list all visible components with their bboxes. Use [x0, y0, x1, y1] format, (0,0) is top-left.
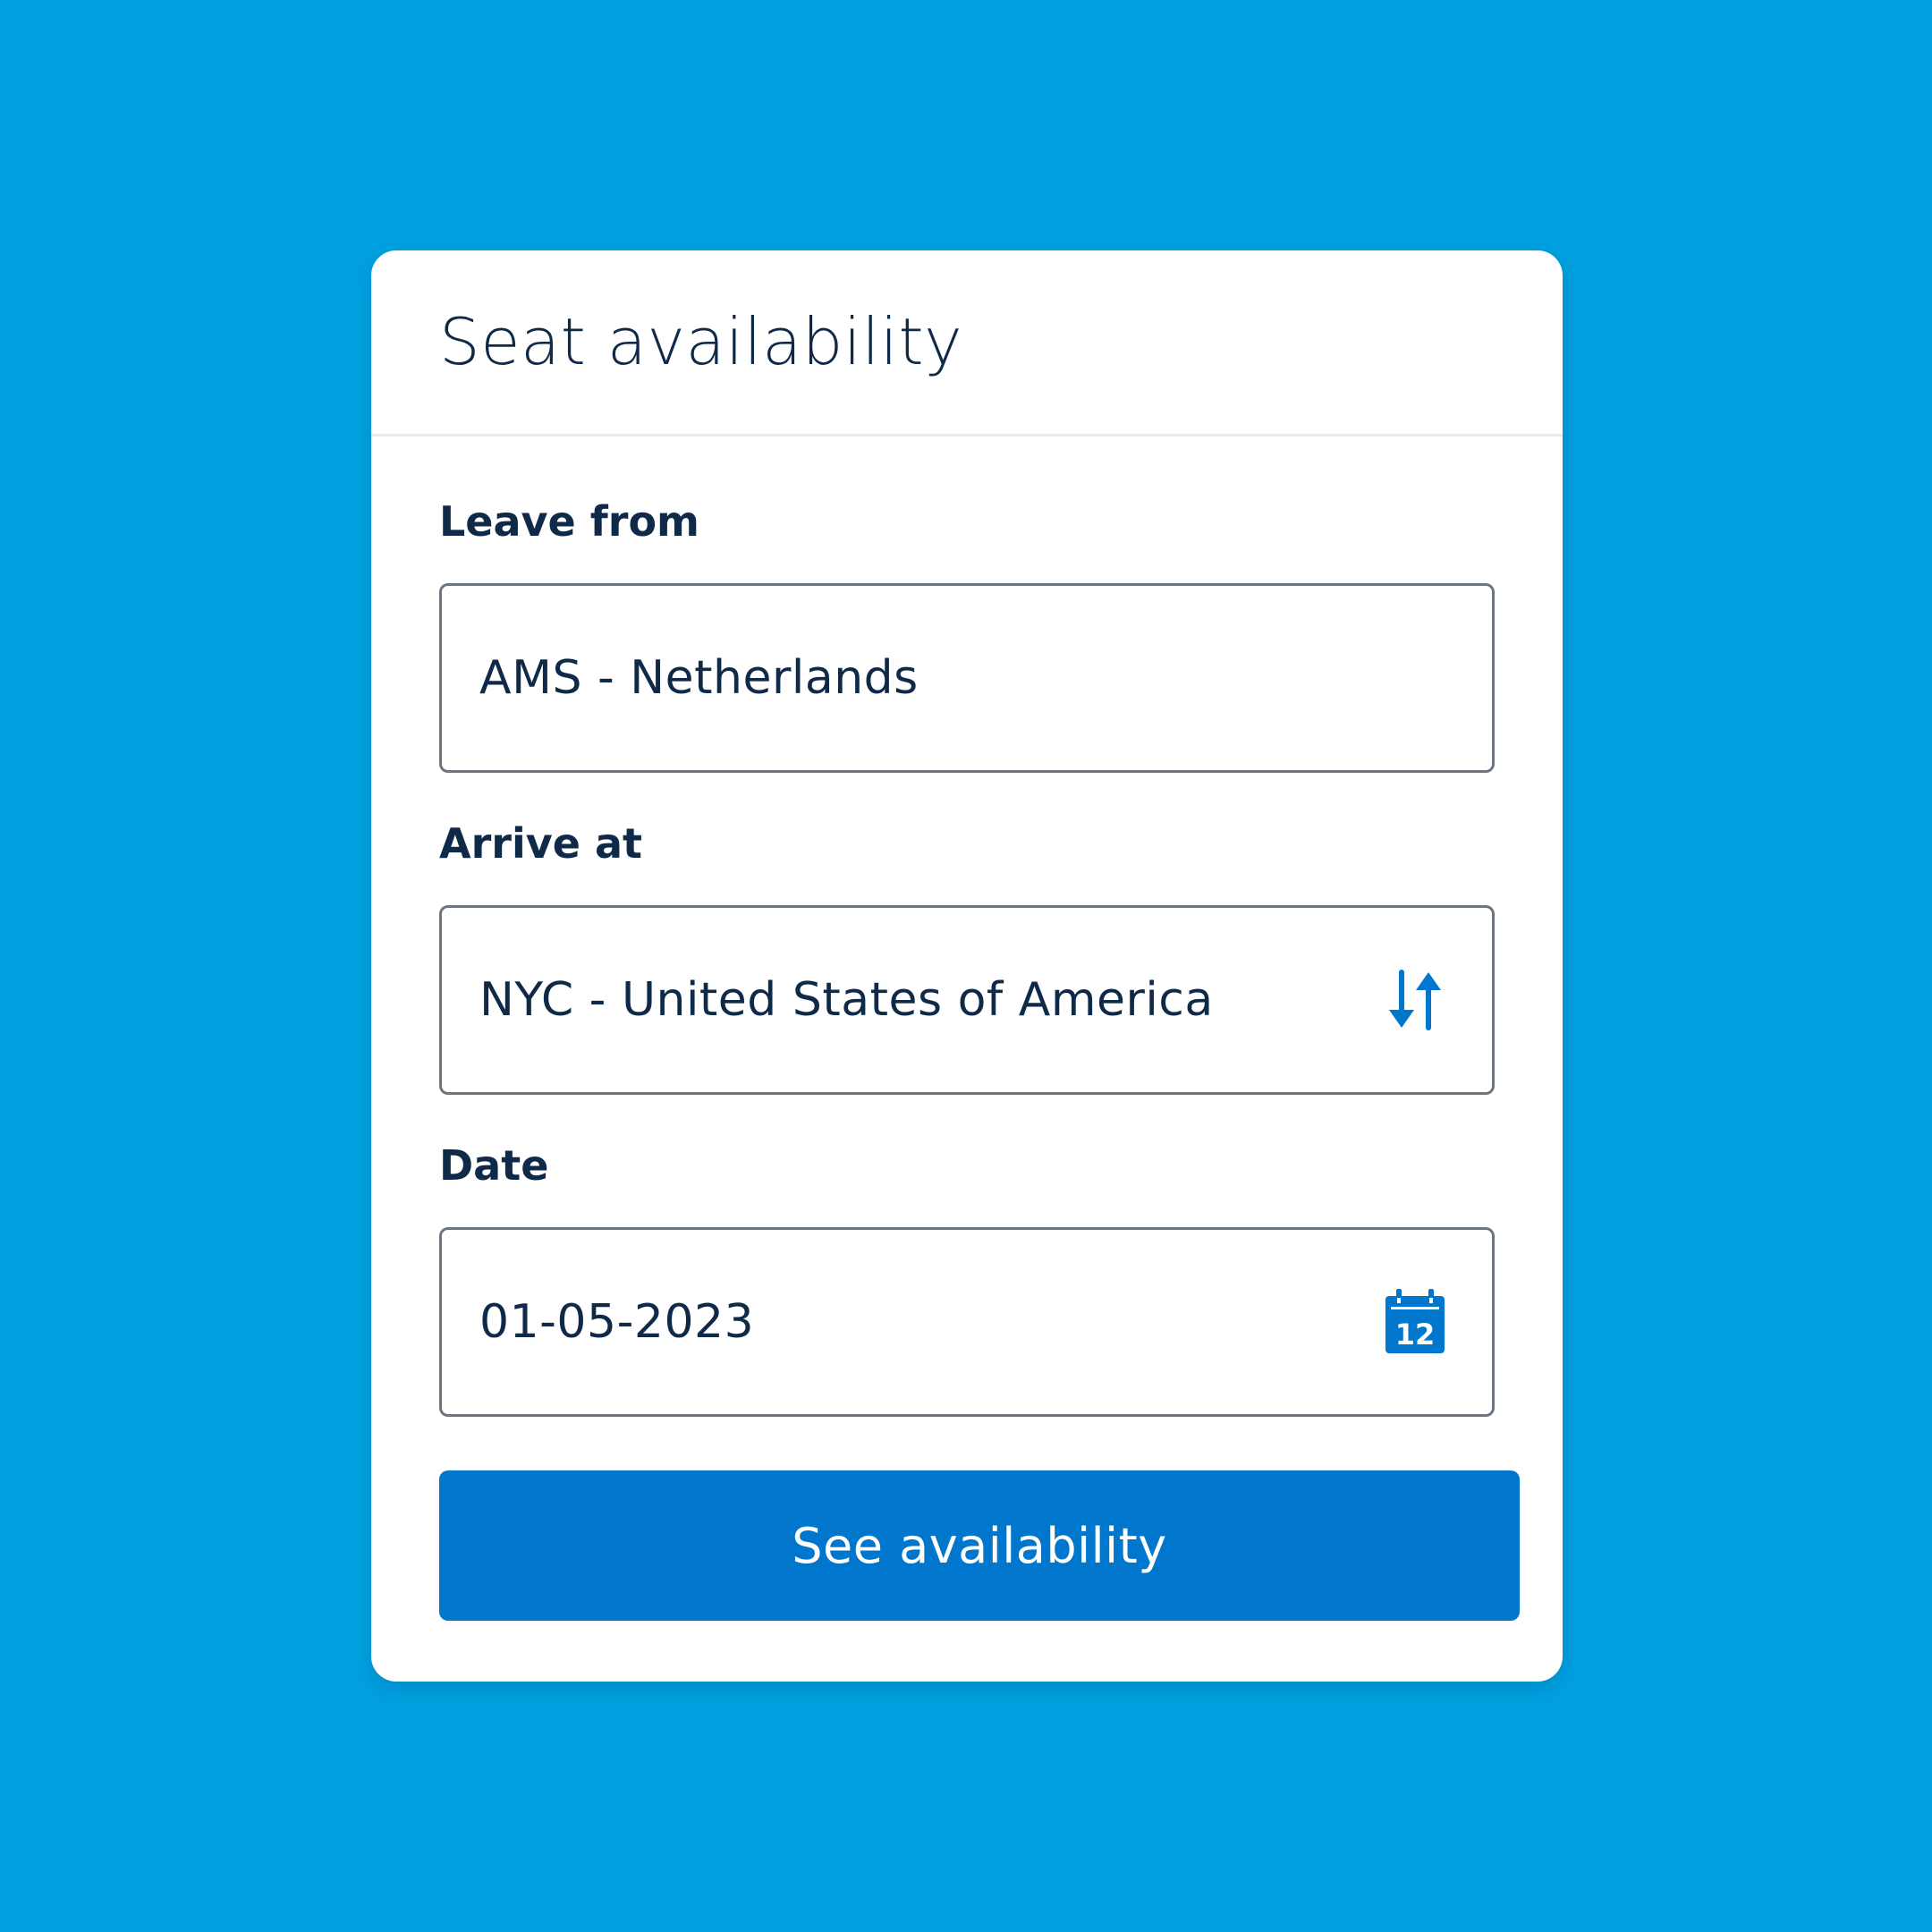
seat-availability-card: Seat availability Leave from AMS - Nethe… — [371, 250, 1563, 1682]
date-value: 01-05-2023 — [479, 1295, 755, 1349]
leave-from-value: AMS - Netherlands — [479, 651, 919, 705]
card-title: Seat availability — [439, 304, 963, 379]
swap-arrows-icon[interactable] — [1383, 968, 1447, 1032]
arrive-at-field[interactable]: NYC - United States of America — [439, 905, 1495, 1095]
calendar-icon[interactable]: 12 — [1383, 1289, 1447, 1354]
card-header: Seat availability — [371, 250, 1563, 436]
date-field[interactable]: 01-05-2023 12 — [439, 1227, 1495, 1417]
see-availability-button[interactable]: See availability — [439, 1470, 1520, 1621]
calendar-icon-text: 12 — [1395, 1318, 1436, 1352]
arrive-at-label: Arrive at — [439, 819, 642, 868]
leave-from-field[interactable]: AMS - Netherlands — [439, 583, 1495, 773]
arrive-at-value: NYC - United States of America — [479, 973, 1214, 1027]
date-label: Date — [439, 1141, 549, 1190]
leave-from-label: Leave from — [439, 497, 699, 546]
